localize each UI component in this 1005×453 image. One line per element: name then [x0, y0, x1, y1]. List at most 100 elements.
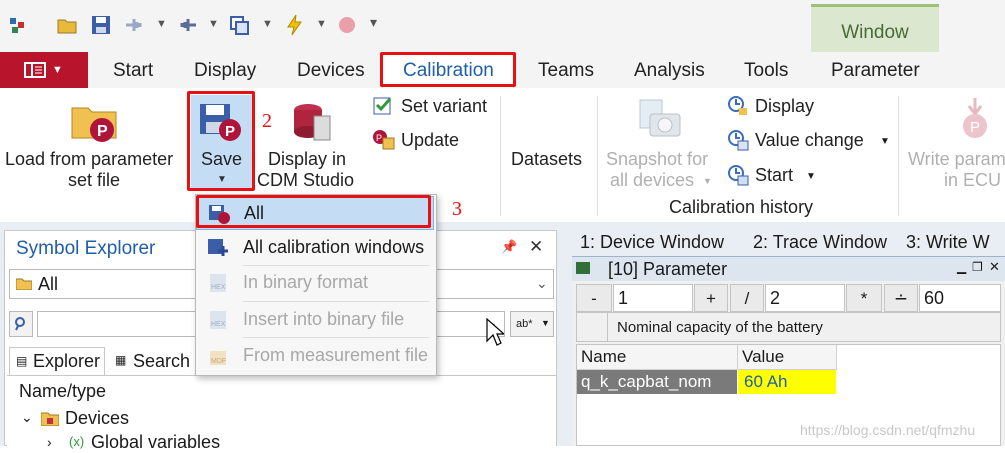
tab-parameter[interactable]: Parameter	[831, 60, 920, 82]
hex-insert-icon: HEX	[210, 311, 226, 329]
chevron-down-icon[interactable]: ⌄	[21, 409, 33, 426]
tab-device-window[interactable]: 1: Device Window	[580, 232, 724, 253]
tab-analysis[interactable]: Analysis	[634, 60, 705, 82]
multiply-button[interactable]: *	[846, 284, 882, 312]
windows-icon[interactable]	[228, 14, 250, 36]
header-value-label: Value	[742, 347, 785, 366]
tab-tools[interactable]: Tools	[744, 60, 788, 82]
restore-icon[interactable]: ❐	[972, 260, 983, 274]
variable-icon: (x)	[69, 434, 85, 449]
value-change-icon	[728, 130, 749, 151]
snapshot-camera-icon	[639, 99, 681, 137]
pin-icon[interactable]: 📌	[501, 239, 517, 255]
value-change-button[interactable]: Value change	[755, 130, 864, 151]
tab-explorer[interactable]: ▤ Explorer	[9, 347, 105, 375]
chevron-down-icon[interactable]: ▼	[262, 18, 273, 30]
history-display-icon	[728, 96, 747, 115]
search-tab-icon: ▦	[115, 353, 127, 367]
chevron-down-icon[interactable]: ▼	[880, 136, 890, 147]
tab-search-label: Search	[133, 351, 191, 371]
set-value-input[interactable]: 60	[919, 284, 1001, 312]
folder-icon	[16, 278, 32, 290]
svg-text:MDF: MDF	[211, 358, 226, 365]
chevron-down-icon[interactable]: ▼	[316, 18, 327, 30]
tab-devices[interactable]: Devices	[297, 60, 365, 82]
set-variant-label[interactable]: Set variant	[401, 96, 487, 117]
signal-in-icon[interactable]	[124, 14, 146, 36]
history-start-button[interactable]: Start	[755, 165, 793, 186]
chevron-down-icon[interactable]: ▼	[806, 171, 816, 182]
chevron-down-icon[interactable]: ▼	[156, 18, 167, 30]
minimize-icon[interactable]: ▁	[957, 260, 966, 274]
chevron-down-icon: ▼	[52, 64, 63, 76]
history-start-icon	[728, 165, 749, 186]
calibration-windows-icon	[208, 239, 228, 256]
tab-search[interactable]: ▦ Search	[111, 347, 201, 375]
tab-start[interactable]: Start	[113, 60, 153, 82]
symbol-tree: Name/type ⌄ Devices › (x) Global variabl…	[7, 375, 556, 452]
close-icon[interactable]: ✕	[529, 237, 543, 257]
datasets-button[interactable]: Datasets	[511, 149, 582, 170]
find-button[interactable]	[9, 311, 33, 337]
write-label-1: Write param	[908, 149, 1005, 169]
row-value-cell[interactable]: 60 Ah	[738, 370, 836, 394]
chevron-right-icon[interactable]: ›	[47, 434, 52, 450]
subtract-value-input[interactable]: 1	[613, 284, 693, 312]
file-menu-button[interactable]: ▼	[0, 52, 88, 88]
snapshot-label-2: all devices	[610, 170, 695, 190]
cdm-label-2[interactable]: CDM Studio	[257, 170, 354, 191]
row-name-cell[interactable]: q_k_capbat_nom	[577, 370, 737, 394]
add-button[interactable]: +	[694, 284, 728, 312]
divide-button[interactable]: /	[730, 284, 764, 312]
tree-item-global-variables[interactable]: Global variables	[91, 432, 220, 453]
save-icon[interactable]	[90, 14, 112, 36]
tab-trace-window[interactable]: 2: Trace Window	[753, 232, 887, 253]
window-tab-strip: 1: Device Window 2: Trace Window 3: Writ…	[572, 226, 1005, 256]
watermark: https://blog.csdn.net/qfmzhu	[800, 422, 976, 438]
signal-out-icon[interactable]	[176, 14, 198, 36]
menu-item-calibration-windows-label: All calibration windows	[243, 237, 425, 257]
menu-item-measurement-label: From measurement file	[243, 345, 429, 365]
menu-item-binary-format-label: In binary format	[243, 272, 369, 292]
tab-write-window[interactable]: 3: Write W	[906, 232, 990, 253]
all-highlight	[196, 195, 431, 228]
history-display-button[interactable]: Display	[755, 96, 814, 117]
set-value-button[interactable]: ∸	[884, 284, 918, 312]
calibration-highlight	[380, 52, 516, 87]
save-highlight	[187, 91, 255, 191]
parameter-titlebar: [10] Parameter ▁ ❐ ✕	[572, 256, 1005, 281]
hex-file-icon: HEX	[210, 274, 226, 292]
cdm-label-1[interactable]: Display in	[268, 149, 346, 170]
context-accent	[811, 4, 939, 7]
lightning-icon[interactable]	[284, 14, 306, 36]
menu-item-in-binary-format: HEX In binary format	[196, 266, 434, 300]
header-value: Value	[738, 345, 837, 370]
load-label-1[interactable]: Load from parameter	[5, 149, 173, 170]
parameter-folder-icon: P	[71, 107, 117, 142]
search-options-button[interactable]: ab* ▼	[510, 311, 554, 337]
subtract-button[interactable]: -	[576, 284, 612, 312]
header-name-label: Name	[581, 347, 627, 366]
menu-item-all-calibration-windows[interactable]: All calibration windows	[196, 231, 434, 265]
chevron-down-icon[interactable]: ▼	[208, 18, 219, 30]
menu-icon	[24, 62, 46, 78]
divide-value-input[interactable]: 2	[765, 284, 845, 312]
search-options-label: ab*	[516, 318, 533, 330]
tab-display[interactable]: Display	[194, 60, 256, 82]
tree-item-devices[interactable]: Devices	[65, 408, 129, 429]
ribbon-separator	[597, 96, 598, 216]
svg-text:HEX: HEX	[211, 284, 226, 291]
update-label[interactable]: Update	[401, 130, 459, 151]
record-icon[interactable]	[336, 14, 358, 36]
description-bar: Nominal capacity of the battery	[576, 312, 1001, 342]
customize-toolbar-icon[interactable]: ▾	[370, 14, 377, 31]
mdf-file-icon: MDF	[210, 351, 226, 365]
close-icon[interactable]: ✕	[989, 259, 1000, 275]
tab-teams[interactable]: Teams	[538, 60, 594, 82]
ribbon-separator	[500, 96, 501, 216]
ribbon-separator	[898, 96, 899, 216]
load-label-2[interactable]: set file	[68, 170, 120, 191]
open-folder-icon[interactable]	[56, 14, 78, 36]
svg-text:HEX: HEX	[211, 321, 226, 328]
write-label-2: in ECU	[944, 170, 1002, 190]
